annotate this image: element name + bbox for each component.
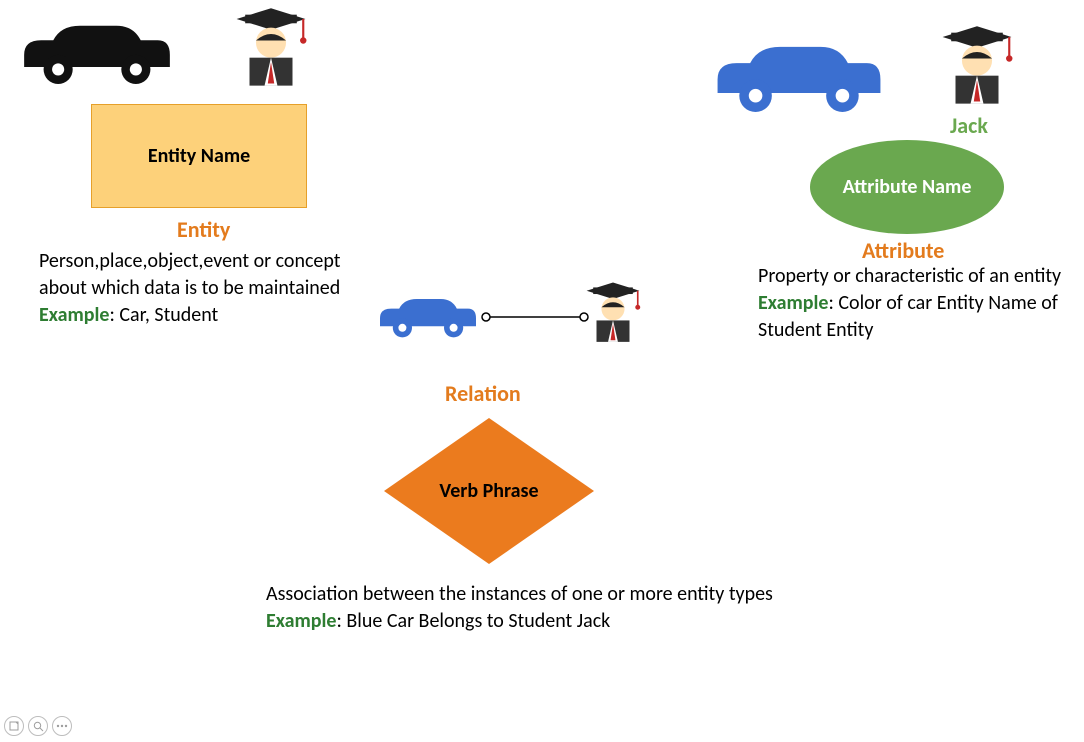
more-button[interactable]: [52, 716, 72, 736]
entity-shape: Entity Name: [91, 104, 307, 208]
attribute-desc-text: Property or characteristic of an entity: [758, 264, 1061, 288]
relation-example-text: : Blue Car Belongs to Student Jack: [337, 609, 611, 633]
entity-description: Person,place,object,event or concept abo…: [39, 248, 349, 329]
student-icon: [580, 274, 646, 352]
relation-shape-label: Verb Phrase: [439, 479, 538, 503]
relation-shape: Verb Phrase: [384, 418, 594, 564]
relation-desc-text: Association between the instances of one…: [266, 582, 773, 606]
car-icon: [372, 284, 484, 346]
car-icon: [12, 6, 182, 94]
entity-example-label: Example: [39, 303, 110, 327]
relation-example-label: Example: [266, 609, 337, 633]
entity-shape-label: Entity Name: [148, 144, 250, 168]
attribute-shape: Attribute Name: [810, 140, 1004, 234]
entity-desc-text: Person,place,object,event or concept abo…: [39, 249, 341, 300]
attribute-shape-label: Attribute Name: [843, 176, 972, 199]
toolbar-mini: [4, 716, 72, 736]
attribute-title: Attribute: [862, 237, 944, 264]
student-icon: [934, 18, 1020, 114]
relation-connector: [480, 310, 590, 324]
jack-label: Jack: [950, 112, 988, 139]
entity-example-text: : Car, Student: [110, 303, 219, 327]
entity-title: Entity: [177, 216, 230, 243]
car-icon: [704, 26, 894, 122]
relation-description: Association between the instances of one…: [266, 581, 796, 635]
attribute-example-label: Example: [758, 291, 829, 315]
attribute-description: Property or characteristic of an entity …: [758, 263, 1068, 344]
zoom-button[interactable]: [28, 716, 48, 736]
relation-title: Relation: [445, 380, 521, 407]
student-icon: [228, 0, 314, 96]
notes-button[interactable]: [4, 716, 24, 736]
